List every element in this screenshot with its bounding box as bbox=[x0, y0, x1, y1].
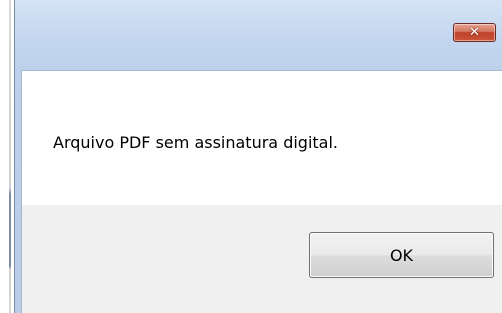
close-button[interactable]: ✕ bbox=[453, 23, 496, 42]
background-window bbox=[0, 0, 14, 313]
close-icon: ✕ bbox=[469, 25, 480, 40]
dialog-content: Arquivo PDF sem assinatura digital. OK bbox=[21, 70, 502, 313]
dialog-titlebar[interactable]: ✕ bbox=[15, 0, 502, 70]
background-window-edge bbox=[9, 0, 11, 313]
message-dialog: ✕ Arquivo PDF sem assinatura digital. OK bbox=[14, 0, 502, 313]
message-text: Arquivo PDF sem assinatura digital. bbox=[53, 133, 338, 152]
message-area: Arquivo PDF sem assinatura digital. bbox=[22, 71, 502, 205]
ok-button[interactable]: OK bbox=[309, 232, 494, 278]
